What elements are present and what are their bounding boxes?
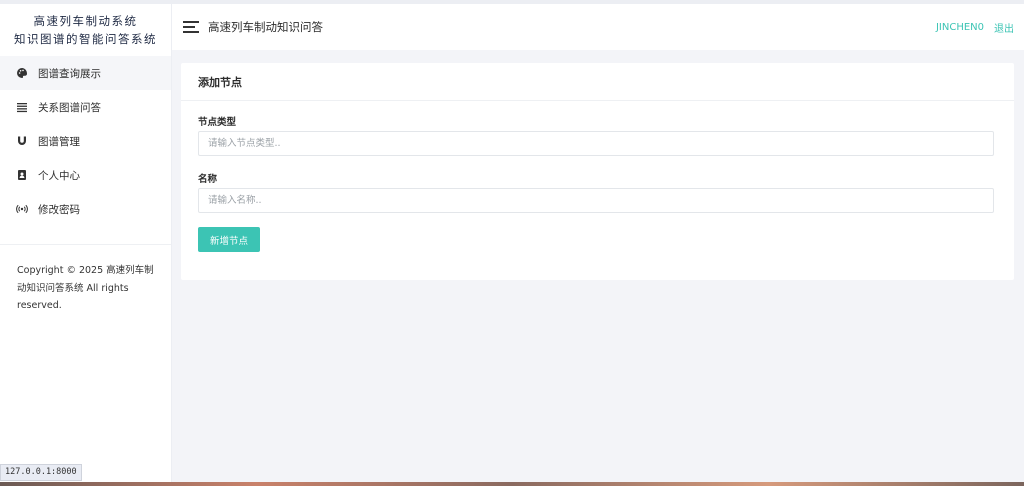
- sidebar-divider: [0, 244, 171, 245]
- name-label: 名称: [198, 174, 218, 185]
- username-link[interactable]: JINCHEN0: [936, 22, 984, 33]
- user-area: JINCHEN0 退出: [936, 4, 1014, 50]
- broadcast-icon: [16, 203, 28, 215]
- node-type-input[interactable]: [198, 131, 994, 156]
- brand-title-line2: 知识图谱的智能问答系统: [14, 32, 157, 46]
- sidebar-item-change-password[interactable]: 修改密码: [0, 192, 171, 226]
- main-content: 高速列车制动知识问答 JINCHEN0 退出 添加节点 节点类型 名称 新增节点: [172, 4, 1024, 482]
- sidebar-item-label: 个人中心: [38, 169, 80, 182]
- add-node-card: 添加节点 节点类型 名称 新增节点: [181, 63, 1014, 280]
- sidebar: 高速列车制动系统 知识图谱的智能问答系统 图谱查询展示 关系图谱问答 图谱管理: [0, 4, 172, 482]
- copyright-text: Copyright © 2025 高速列车制动知识问答系统 All rights…: [17, 265, 154, 311]
- status-bar-url: 127.0.0.1:8000: [0, 464, 82, 481]
- sidebar-item-profile[interactable]: 个人中心: [0, 158, 171, 192]
- name-input[interactable]: [198, 188, 994, 213]
- magnet-icon: [16, 135, 28, 147]
- contact-book-icon: [16, 169, 28, 181]
- menu-toggle-icon[interactable]: [183, 21, 199, 33]
- palette-icon: [16, 67, 28, 79]
- logout-link[interactable]: 退出: [994, 20, 1014, 35]
- sidebar-item-label: 图谱查询展示: [38, 67, 101, 80]
- brand-title-line1: 高速列车制动系统: [33, 14, 138, 28]
- top-bar: 高速列车制动知识问答 JINCHEN0 退出: [172, 4, 1024, 50]
- sidebar-item-relation-qa[interactable]: 关系图谱问答: [0, 90, 171, 124]
- node-type-label: 节点类型: [198, 117, 237, 128]
- add-node-button[interactable]: 新增节点: [198, 227, 260, 252]
- sidebar-item-label: 图谱管理: [38, 135, 80, 148]
- sidebar-item-label: 关系图谱问答: [38, 101, 101, 114]
- list-icon: [16, 101, 28, 113]
- sidebar-item-graph-manage[interactable]: 图谱管理: [0, 124, 171, 158]
- card-title: 添加节点: [181, 63, 1014, 101]
- sidebar-menu: 图谱查询展示 关系图谱问答 图谱管理 个人中心 修改密码: [0, 56, 171, 226]
- brand-logo: 高速列车制动系统 知识图谱的智能问答系统: [0, 4, 171, 56]
- desktop-background-strip: [0, 482, 1024, 486]
- sidebar-item-label: 修改密码: [38, 203, 80, 216]
- page-title: 高速列车制动知识问答: [208, 20, 323, 34]
- sidebar-item-graph-query[interactable]: 图谱查询展示: [0, 56, 171, 90]
